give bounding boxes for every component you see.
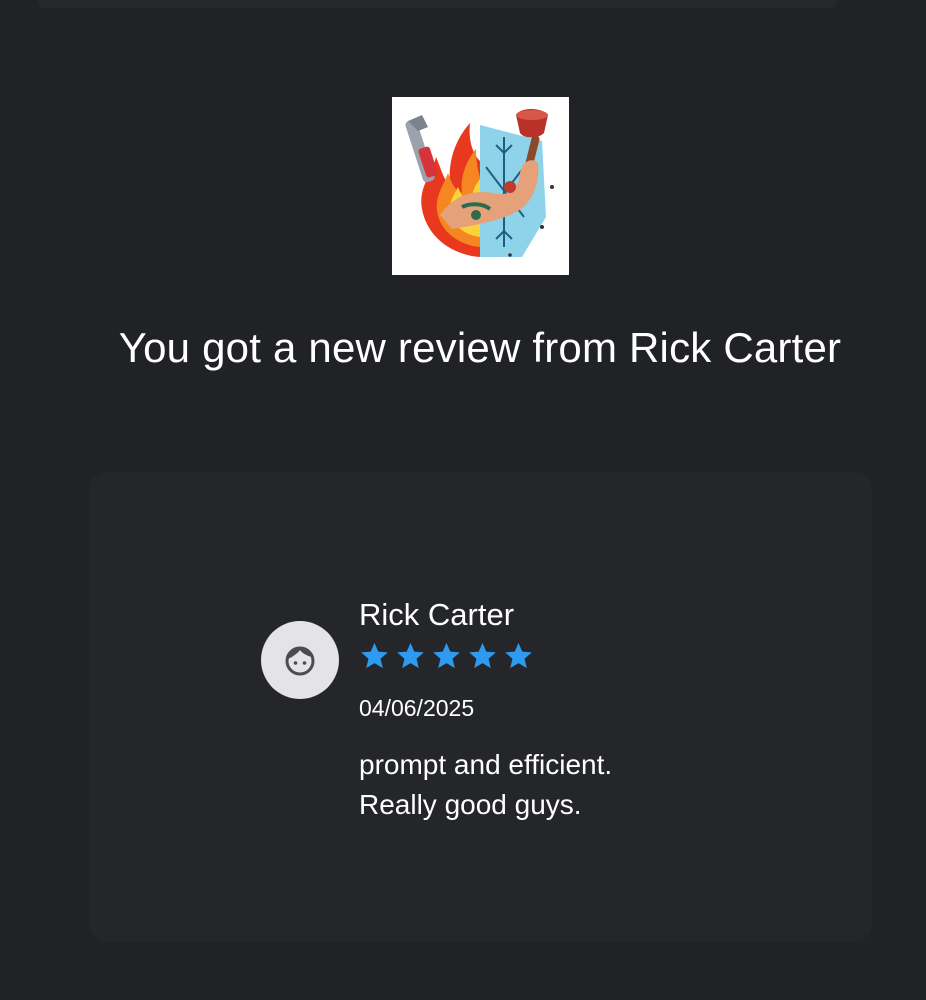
- reviewer-name: Rick Carter: [359, 597, 515, 632]
- email-page: You got a new review from Rick Carter Ri…: [0, 0, 926, 1000]
- review-notification-headline: You got a new review from Rick Carter: [118, 324, 842, 371]
- star-rating: [359, 640, 534, 676]
- star-icon: [395, 640, 426, 676]
- star-icon: [503, 640, 534, 676]
- reviewer-avatar: [261, 621, 339, 699]
- logo-illustration: [392, 97, 569, 275]
- review-text-line: prompt and efficient.: [359, 749, 613, 780]
- star-icon: [431, 640, 462, 676]
- review-text-line: Really good guys.: [359, 789, 582, 820]
- star-icon: [359, 640, 390, 676]
- company-logo: [392, 97, 569, 275]
- star-icon: [467, 640, 498, 676]
- person-face-icon: [285, 646, 315, 676]
- review-date: 04/06/2025: [359, 695, 475, 721]
- review-card: [89, 472, 872, 942]
- top-divider: [38, 0, 836, 8]
- review-text: prompt and efficient. Really good guys.: [359, 745, 759, 825]
